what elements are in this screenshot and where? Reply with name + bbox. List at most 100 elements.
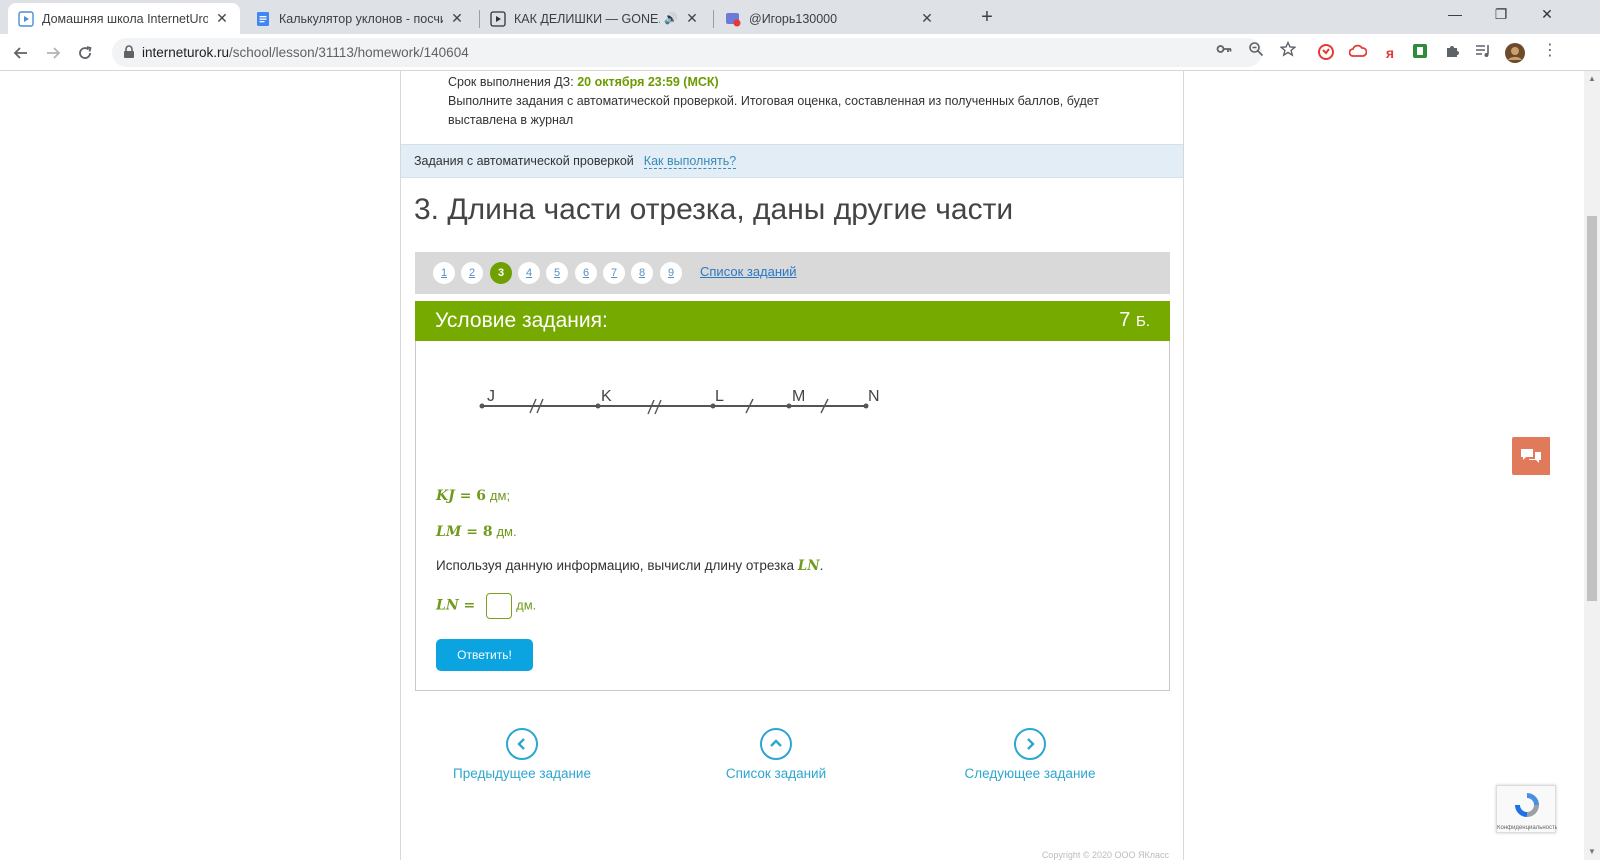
puzzle-extensions-icon[interactable] xyxy=(1442,43,1462,63)
close-icon[interactable]: ✕ xyxy=(449,10,465,27)
page-link-4[interactable]: 4 xyxy=(518,262,540,284)
tab-profile[interactable]: @Игорь130000 ✕ xyxy=(715,3,945,34)
forward-arrow-icon[interactable] xyxy=(40,40,66,66)
task-list-link[interactable]: Список заданий xyxy=(700,264,797,279)
points-badge: 7 Б. xyxy=(1119,309,1150,332)
avatar[interactable] xyxy=(1505,43,1525,63)
chat-widget-button[interactable] xyxy=(1512,437,1550,475)
given-kj-unit: дм; xyxy=(489,488,511,503)
page-link-2[interactable]: 2 xyxy=(461,262,483,284)
new-tab-button[interactable]: + xyxy=(975,6,999,30)
tab-separator xyxy=(713,10,714,28)
points-value: 7 xyxy=(1119,309,1131,331)
given-kj-value: 6 xyxy=(476,488,487,504)
point-label-m: M xyxy=(792,388,805,405)
page-link-8[interactable]: 8 xyxy=(631,262,653,284)
point-label-l: L xyxy=(715,388,724,405)
recaptcha-badge[interactable]: Конфиденциальность xyxy=(1496,785,1557,833)
question: Используя данную информацию, вычисли дли… xyxy=(436,558,823,574)
question-end: . xyxy=(819,558,824,573)
task-list-nav-link[interactable]: Список заданий xyxy=(676,766,876,781)
task-title: 3. Длина части отрезка, даны другие част… xyxy=(414,193,1014,226)
scroll-up-arrow-icon[interactable]: ▲ xyxy=(1584,71,1600,87)
question-var: LN xyxy=(797,558,820,574)
extension-red-icon[interactable] xyxy=(1316,43,1336,63)
point-label-j: J xyxy=(487,388,495,405)
scroll-down-arrow-icon[interactable]: ▼ xyxy=(1584,844,1600,860)
close-icon[interactable]: ✕ xyxy=(214,10,230,27)
given-lm-expr: LM = xyxy=(436,524,483,540)
cloud-icon[interactable] xyxy=(1348,43,1368,63)
tab-title: @Игорь130000 xyxy=(749,11,838,26)
submit-answer-button[interactable]: Ответить! xyxy=(436,639,533,671)
autocheck-bar: Задания с автоматической проверкой Как вы… xyxy=(401,144,1183,178)
next-task-nav[interactable]: Следующее задание xyxy=(930,728,1130,781)
chat-bubbles-icon xyxy=(1521,449,1541,463)
point-k-dot xyxy=(595,403,601,409)
close-icon[interactable]: ✕ xyxy=(919,10,935,27)
menu-dots-icon[interactable]: ⋮ xyxy=(1540,43,1560,63)
answer-row: LN = дм. xyxy=(436,593,536,619)
deadline-label: Срок выполнения ДЗ: xyxy=(448,75,574,89)
zoom-icon[interactable] xyxy=(1246,39,1266,59)
page-link-6[interactable]: 6 xyxy=(575,262,597,284)
recaptcha-text: Конфиденциальность xyxy=(1497,825,1557,831)
chevron-up-icon[interactable] xyxy=(760,728,792,760)
minimize-button[interactable]: — xyxy=(1432,0,1478,30)
answer-input[interactable] xyxy=(486,593,513,619)
deadline-value: 20 октября 23:59 (МСК) xyxy=(577,75,719,89)
key-icon[interactable] xyxy=(1214,39,1234,59)
tab-calculator[interactable]: Калькулятор уклонов - посчита ✕ xyxy=(245,3,475,34)
recording-icon xyxy=(725,11,741,27)
address-bar[interactable]: interneturok.ru/school/lesson/31113/home… xyxy=(112,38,1262,67)
reload-icon[interactable] xyxy=(72,40,98,66)
page-scrollbar[interactable]: ▲ ▼ xyxy=(1584,71,1600,860)
page-link-5[interactable]: 5 xyxy=(546,262,568,284)
homework-description: Выполните задания с автоматической прове… xyxy=(448,94,1100,127)
restore-button[interactable]: ❐ xyxy=(1478,0,1524,30)
given-kj-expr: KJ = xyxy=(436,488,477,504)
point-label-k: K xyxy=(601,388,612,405)
play-icon xyxy=(490,10,506,27)
task-list-nav[interactable]: Список заданий xyxy=(676,728,876,781)
yandex-icon[interactable]: я xyxy=(1380,43,1400,63)
evernote-green-icon[interactable] xyxy=(1410,43,1430,63)
browser-toolbar: interneturok.ru/school/lesson/31113/home… xyxy=(0,34,1600,71)
how-to-link[interactable]: Как выполнять? xyxy=(643,154,737,169)
autocheck-label: Задания с автоматической проверкой xyxy=(414,154,634,168)
next-task-link[interactable]: Следующее задание xyxy=(930,766,1130,781)
point-label-n: N xyxy=(868,388,880,405)
google-docs-icon xyxy=(255,11,271,27)
media-control-icon[interactable] xyxy=(1474,43,1494,63)
recaptcha-icon xyxy=(1515,793,1539,817)
homework-info: Срок выполнения ДЗ: 20 октября 23:59 (МС… xyxy=(448,71,1148,130)
page-link-7[interactable]: 7 xyxy=(603,262,625,284)
close-icon[interactable]: ✕ xyxy=(684,10,700,27)
lock-icon xyxy=(123,45,137,59)
bookmark-star-icon[interactable] xyxy=(1278,39,1298,59)
chevron-left-icon[interactable] xyxy=(506,728,538,760)
answer-expr: LN = xyxy=(436,597,481,614)
tab-music[interactable]: КАК ДЕЛИШКИ — GONE.Flu 🔊 ✕ xyxy=(480,3,710,34)
tab-interneturok[interactable]: Домашняя школа InternetUrok.r ✕ xyxy=(8,3,240,34)
prev-task-nav[interactable]: Предыдущее задание xyxy=(422,728,622,781)
speaker-icon[interactable]: 🔊 xyxy=(664,12,678,25)
chevron-right-icon[interactable] xyxy=(1014,728,1046,760)
page-link-1[interactable]: 1 xyxy=(433,262,455,284)
scrollbar-thumb[interactable] xyxy=(1587,216,1597,601)
points-unit: Б. xyxy=(1135,313,1150,330)
segment-diagram: J K L M N xyxy=(479,388,880,415)
window-close-button[interactable]: ✕ xyxy=(1524,0,1570,30)
point-m-dot xyxy=(786,403,792,409)
url-text: interneturok.ru/school/lesson/31113/home… xyxy=(142,45,469,60)
page-link-3[interactable]: 3 xyxy=(490,262,512,284)
copyright: Copyright © 2020 ООО ЯКласс xyxy=(1041,850,1169,860)
condition-body: J K L M N KJ = 6 дм; LM = 8 дм. Использу… xyxy=(415,341,1170,691)
url-host: interneturok.ru xyxy=(142,45,230,60)
back-arrow-icon[interactable] xyxy=(8,40,34,66)
given-kj: KJ = 6 дм; xyxy=(436,487,510,504)
point-j-dot xyxy=(479,403,485,409)
prev-task-link[interactable]: Предыдущее задание xyxy=(422,766,622,781)
page-link-9[interactable]: 9 xyxy=(660,262,682,284)
given-lm-unit: дм. xyxy=(496,524,517,539)
